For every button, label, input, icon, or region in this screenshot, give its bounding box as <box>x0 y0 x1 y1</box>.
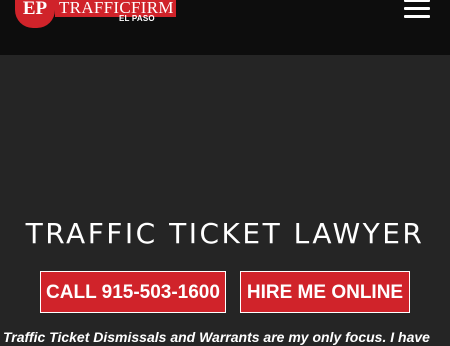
logo-badge: EP <box>15 0 55 28</box>
call-button[interactable]: CALL 915-503-1600 <box>40 271 226 313</box>
hero-title: TRAFFIC TICKET LAWYER <box>25 217 425 250</box>
hire-online-button[interactable]: HIRE ME ONLINE <box>240 271 410 313</box>
logo-city: EL PASO <box>119 14 155 23</box>
site-header: EP TRAFFICFIRM EL PASO <box>0 0 450 55</box>
hero-tagline: Traffic Ticket Dismissals and Warrants a… <box>3 329 430 345</box>
menu-bar <box>404 7 430 10</box>
menu-bar <box>404 15 430 18</box>
menu-bar <box>404 0 430 2</box>
hamburger-menu-icon[interactable] <box>404 0 430 18</box>
logo-firm-name: TRAFFICFIRM <box>55 0 176 17</box>
site-logo[interactable]: EP TRAFFICFIRM EL PASO <box>15 0 180 30</box>
logo-badge-text: EP <box>22 0 48 19</box>
